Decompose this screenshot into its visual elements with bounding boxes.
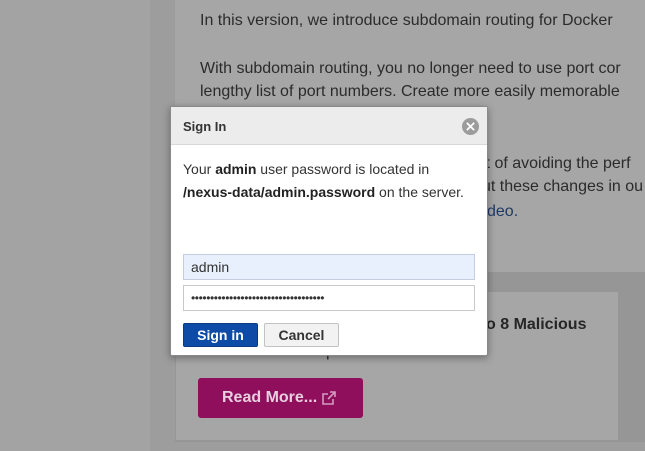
read-more-button[interactable]: Read More... <box>198 378 363 418</box>
release-text-line-3: lengthy list of port numbers. Create mor… <box>200 83 620 100</box>
cancel-button[interactable]: Cancel <box>264 323 339 347</box>
release-text-line-4: it of avoiding the perf <box>482 155 631 172</box>
message-prefix: Your <box>183 161 216 177</box>
message-username: admin <box>215 161 257 177</box>
sign-in-button[interactable]: Sign in <box>183 323 258 347</box>
message-suffix: on the server. <box>375 184 464 200</box>
username-field[interactable]: admin <box>183 254 475 280</box>
password-field[interactable]: ••••••••••••••••••••••••••••••••••• <box>183 285 475 311</box>
read-more-label: Read More... <box>222 389 318 406</box>
left-sidebar-area <box>0 0 150 451</box>
message-middle: user password is located in <box>256 161 430 177</box>
external-link-icon <box>322 391 336 405</box>
message-password-path: /nexus-data/admin.password <box>183 184 376 200</box>
sign-in-dialog: Sign In Your admin user password is loca… <box>170 106 488 356</box>
close-icon <box>466 122 475 131</box>
dialog-header: Sign In <box>171 107 487 145</box>
dialog-title: Sign In <box>183 119 227 134</box>
close-button[interactable] <box>462 118 479 135</box>
release-video-link[interactable]: deo. <box>487 200 518 223</box>
password-location-message: Your admin user password is located in /… <box>183 158 479 204</box>
blog-card-title[interactable]: o 8 Malicious <box>486 316 586 334</box>
release-text-line-5: ut these changes in ou <box>482 178 644 195</box>
release-text-line-1: In this version, we introduce subdomain … <box>200 12 613 29</box>
release-text-line-2: With subdomain routing, you no longer ne… <box>200 60 621 77</box>
